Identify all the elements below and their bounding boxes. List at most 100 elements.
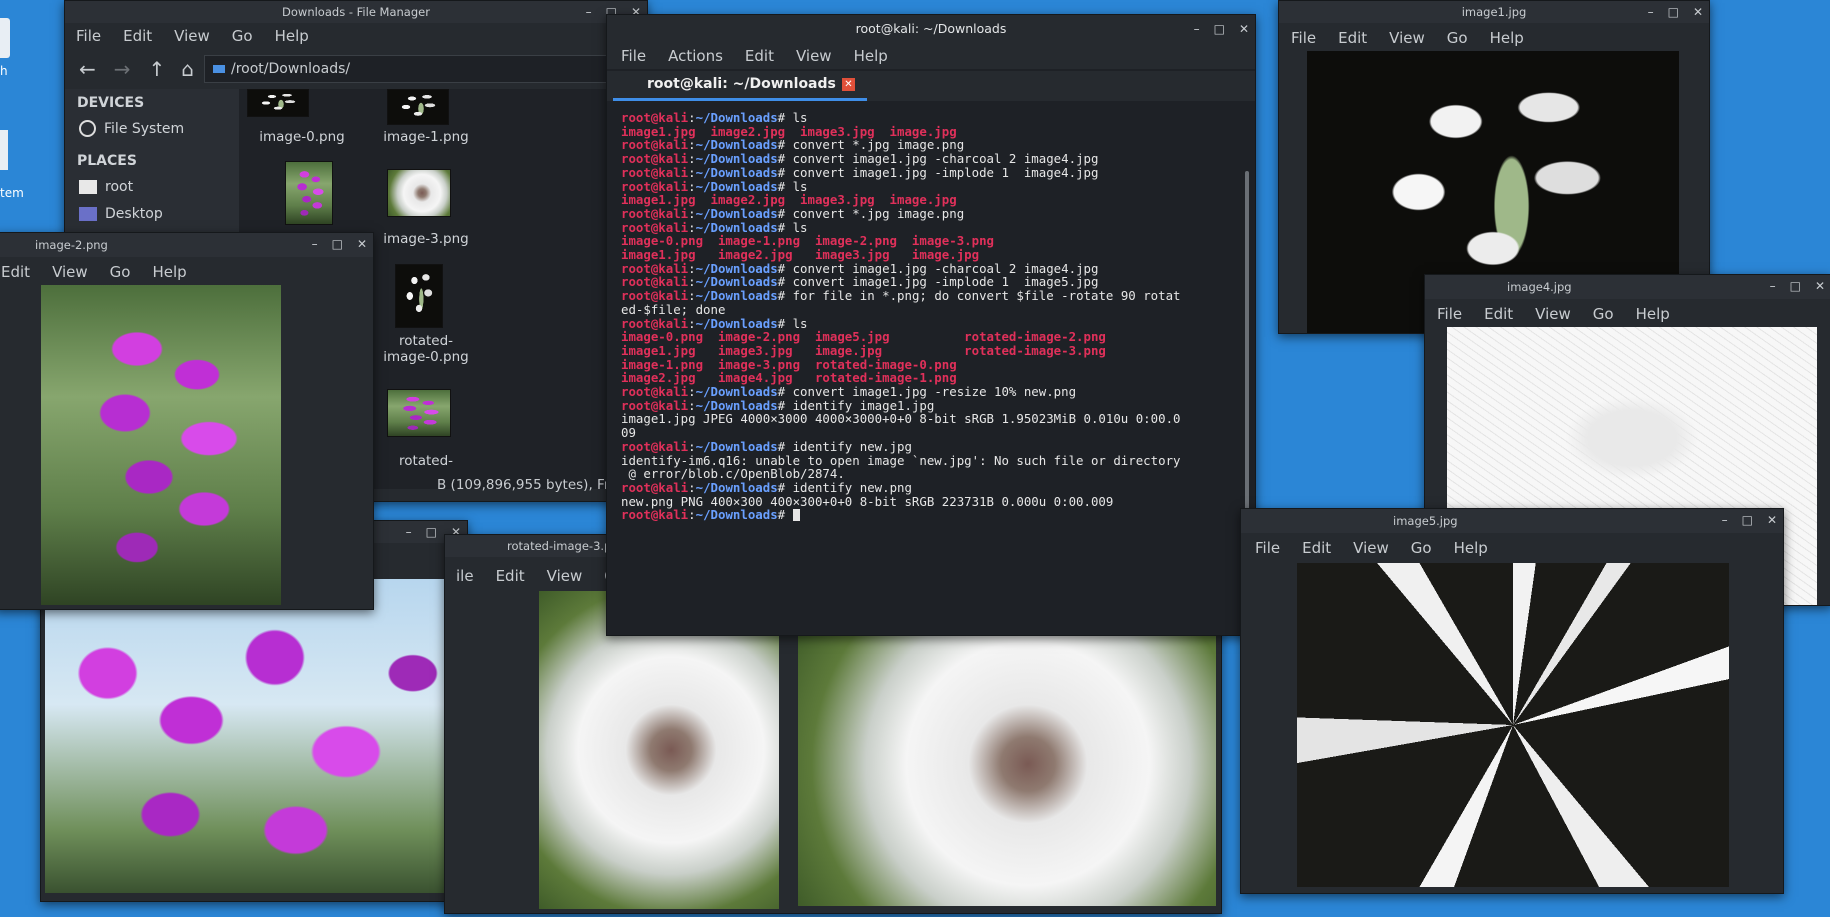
menu-edit[interactable]: Edit <box>1473 305 1524 323</box>
file-label[interactable]: image-3.png <box>363 231 489 247</box>
title-bar[interactable]: image1.jpg – □ ✕ <box>1279 1 1709 23</box>
thumbnail-image-1[interactable] <box>387 89 449 125</box>
menu-file[interactable]: File <box>607 47 657 65</box>
menu-view[interactable]: View <box>1342 539 1400 557</box>
desktop-icon-2[interactable] <box>0 130 8 170</box>
menu-file[interactable]: File <box>65 27 112 45</box>
menu-edit[interactable]: Edit <box>734 47 785 65</box>
menu-go[interactable]: Go <box>1582 305 1625 323</box>
menu-bar: File Edit View Go Help <box>65 23 647 49</box>
terminal-command-line: root@kali:~/Downloads# identify image1.j… <box>621 397 935 413</box>
title-bar[interactable]: image5.jpg – □ ✕ <box>1241 509 1783 533</box>
thumbnail-image-3[interactable] <box>387 169 451 217</box>
menu-go[interactable]: Go <box>221 27 264 45</box>
menu-help[interactable]: Help <box>1443 539 1499 557</box>
menu-edit[interactable]: Edit <box>0 263 41 281</box>
forward-icon[interactable]: → <box>114 57 131 81</box>
menu-file[interactable]: File <box>1425 305 1473 323</box>
terminal-output-line: @ error/blob.c/OpenBlob/2874. <box>621 467 1231 481</box>
menu-view[interactable]: View <box>785 47 843 65</box>
menu-file[interactable]: File <box>1241 539 1291 557</box>
photo-dandelion-rotated <box>539 591 779 909</box>
maximize-icon[interactable]: □ <box>1668 1 1679 23</box>
menu-bar: File Edit View Go Help <box>1241 535 1783 561</box>
maximize-icon[interactable]: □ <box>332 233 343 256</box>
menu-help[interactable]: Help <box>141 263 197 281</box>
terminal-output-line: image-1.png image-3.png rotated-image-0.… <box>621 357 1231 372</box>
menu-help[interactable]: Help <box>843 47 899 65</box>
title-bar[interactable]: image4.jpg – □ ✕ <box>1425 275 1830 299</box>
maximize-icon[interactable]: □ <box>426 521 437 543</box>
maximize-icon[interactable]: □ <box>1214 15 1225 43</box>
terminal-command-line: root@kali:~/Downloads# identify new.jpg <box>621 438 912 454</box>
file-label[interactable]: image-0.png <box>239 129 365 145</box>
title-bar[interactable]: root@kali: ~/Downloads – □ ✕ <box>607 15 1255 43</box>
minimize-icon[interactable]: – <box>406 521 412 543</box>
menu-go[interactable]: Go <box>99 263 142 281</box>
terminal-output[interactable]: root@kali:~/Downloads# ls image1.jpg imag… <box>621 111 1231 611</box>
title-bar[interactable]: image-2.png – □ ✕ <box>0 233 373 257</box>
minimize-icon[interactable]: – <box>1770 275 1776 298</box>
menu-help[interactable]: Help <box>1479 29 1535 47</box>
thumbnail-rotated-image-0[interactable] <box>395 264 443 328</box>
menu-edit[interactable]: Edit <box>1327 29 1378 47</box>
minimize-icon[interactable]: – <box>586 1 592 23</box>
close-icon[interactable]: ✕ <box>357 233 367 256</box>
sidebar-item-label: Desktop <box>105 206 163 222</box>
thumbnail-image-2[interactable] <box>285 161 333 225</box>
file-label[interactable]: image-1.png <box>363 129 489 145</box>
minimize-icon[interactable]: – <box>1648 1 1654 23</box>
menu-view[interactable]: View <box>41 263 99 281</box>
terminal-command-line: root@kali:~/Downloads# ls <box>621 219 808 235</box>
maximize-icon[interactable]: □ <box>1790 275 1801 298</box>
terminal-output-line: ed-$file; done <box>621 302 1231 317</box>
menu-help[interactable]: Help <box>1625 305 1681 323</box>
minimize-icon[interactable]: – <box>1722 509 1728 532</box>
path-text: /root/Downloads/ <box>231 61 351 77</box>
sidebar-item-desktop[interactable]: Desktop <box>79 206 163 222</box>
menu-actions[interactable]: Actions <box>657 47 734 65</box>
terminal-window: root@kali: ~/Downloads – □ ✕ File Actions E… <box>606 14 1256 636</box>
title-bar[interactable]: Downloads - File Manager – □ ✕ <box>65 1 647 23</box>
sidebar-item-label: File System <box>104 120 185 137</box>
thumbnail-rotated-image-1[interactable] <box>387 389 451 437</box>
desktop-icon-1[interactable] <box>0 18 10 58</box>
command-text: for file in *.png; do convert $file -rot… <box>792 288 1181 304</box>
up-icon[interactable]: ↑ <box>149 57 166 81</box>
menu-go[interactable]: Go <box>1436 29 1479 47</box>
menu-edit[interactable]: Edit <box>485 567 536 585</box>
tab-close-icon[interactable]: ✕ <box>842 78 855 91</box>
menu-view[interactable]: View <box>1524 305 1582 323</box>
tab-label: root@kali: ~/Downloads <box>647 76 836 92</box>
menu-file[interactable]: ile <box>445 567 485 585</box>
file-label[interactable]: rotated- image-0.png <box>363 333 489 365</box>
close-icon[interactable]: ✕ <box>1815 275 1825 298</box>
terminal-command-line: root@kali:~/Downloads# ls <box>621 110 808 125</box>
terminal-tab[interactable]: root@kali: ~/Downloads ✕ <box>613 71 867 101</box>
menu-go[interactable]: Go <box>1400 539 1443 557</box>
close-icon[interactable]: ✕ <box>1239 15 1249 43</box>
menu-view[interactable]: View <box>1378 29 1436 47</box>
window-title: rotated-image-3.p <box>507 539 612 553</box>
home-icon[interactable]: ⌂ <box>181 57 194 81</box>
minimize-icon[interactable]: – <box>312 233 318 256</box>
window-title: image4.jpg <box>1507 280 1572 294</box>
menu-view[interactable]: View <box>163 27 221 45</box>
location-bar[interactable]: /root/Downloads/ <box>204 55 647 83</box>
thumbnail-image-0[interactable] <box>247 89 309 117</box>
back-icon[interactable]: ← <box>79 57 96 81</box>
sidebar-item-file-system[interactable]: File System <box>79 120 184 137</box>
terminal-output-line: new.png PNG 400×300 400×300+0+0 8-bit sR… <box>621 494 1231 509</box>
menu-file[interactable]: File <box>1279 29 1327 47</box>
sidebar-item-root[interactable]: root <box>79 179 133 195</box>
menu-view[interactable]: View <box>536 567 594 585</box>
maximize-icon[interactable]: □ <box>1742 509 1753 532</box>
close-icon[interactable]: ✕ <box>1693 1 1703 23</box>
menu-edit[interactable]: Edit <box>112 27 163 45</box>
photo-imploded-flower <box>1297 563 1729 887</box>
file-label[interactable]: rotated- <box>363 453 489 469</box>
close-icon[interactable]: ✕ <box>1767 509 1777 532</box>
minimize-icon[interactable]: – <box>1194 15 1200 43</box>
menu-help[interactable]: Help <box>264 27 320 45</box>
menu-edit[interactable]: Edit <box>1291 539 1342 557</box>
